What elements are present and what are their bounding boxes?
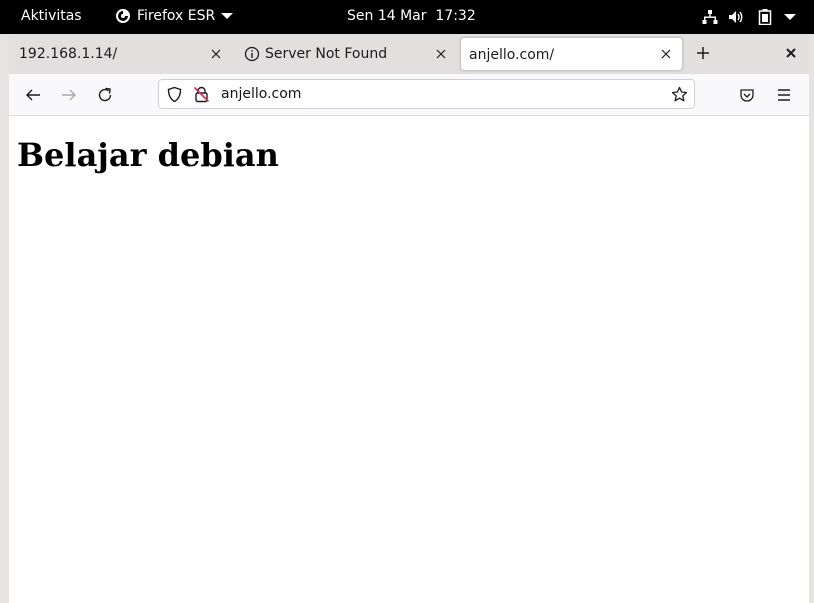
reload-icon[interactable]: [96, 86, 114, 104]
window-frame-right: [809, 34, 814, 603]
page-heading: Belajar debian: [17, 136, 279, 174]
close-icon[interactable]: [210, 48, 222, 60]
info-icon: [244, 46, 260, 62]
new-tab-plus-icon[interactable]: [695, 45, 711, 61]
window-frame-left: [0, 34, 9, 603]
tab-label: Server Not Found: [265, 46, 388, 62]
activities-button[interactable]: Aktivitas: [21, 8, 82, 24]
app-menu[interactable]: Firefox ESR: [115, 8, 234, 24]
network-icon: [702, 10, 718, 24]
pocket-icon[interactable]: [739, 87, 755, 103]
close-icon[interactable]: [660, 48, 672, 60]
insecure-lock-icon[interactable]: [193, 86, 210, 103]
tab-label: 192.168.1.14/: [19, 46, 118, 62]
forward-arrow-icon[interactable]: [60, 86, 78, 104]
hamburger-menu-icon[interactable]: [776, 87, 792, 103]
tab-192-168-1-14[interactable]: 192.168.1.14/: [9, 37, 231, 71]
chevron-down-icon: [221, 13, 234, 19]
firefox-app-icon: [116, 9, 130, 23]
bookmark-star-icon[interactable]: [671, 86, 688, 103]
gnome-top-bar: Aktivitas Firefox ESR Sen 14 Mar 17:32: [0, 0, 814, 34]
app-menu-label: Firefox ESR: [137, 8, 216, 24]
window-close-icon[interactable]: [784, 46, 798, 60]
url-text[interactable]: anjello.com: [221, 86, 301, 102]
tab-server-not-found[interactable]: Server Not Found: [235, 37, 457, 71]
shield-icon[interactable]: [166, 86, 183, 103]
navigation-toolbar: anjello.com: [9, 74, 809, 116]
battery-icon: [758, 9, 772, 25]
back-arrow-icon[interactable]: [24, 86, 42, 104]
close-icon[interactable]: [435, 48, 447, 60]
firefox-window: 192.168.1.14/ Server Not Found anjello.c…: [9, 34, 809, 603]
page-content: Belajar debian: [9, 116, 809, 603]
clock[interactable]: Sen 14 Mar 17:32: [347, 8, 476, 24]
url-bar[interactable]: anjello.com: [158, 79, 695, 109]
system-menu-caret-icon: [784, 14, 796, 20]
tab-label: anjello.com/: [469, 47, 555, 63]
tab-anjello-active[interactable]: anjello.com/: [460, 37, 683, 71]
volume-icon: [729, 11, 743, 23]
tab-strip: 192.168.1.14/ Server Not Found anjello.c…: [9, 34, 809, 74]
